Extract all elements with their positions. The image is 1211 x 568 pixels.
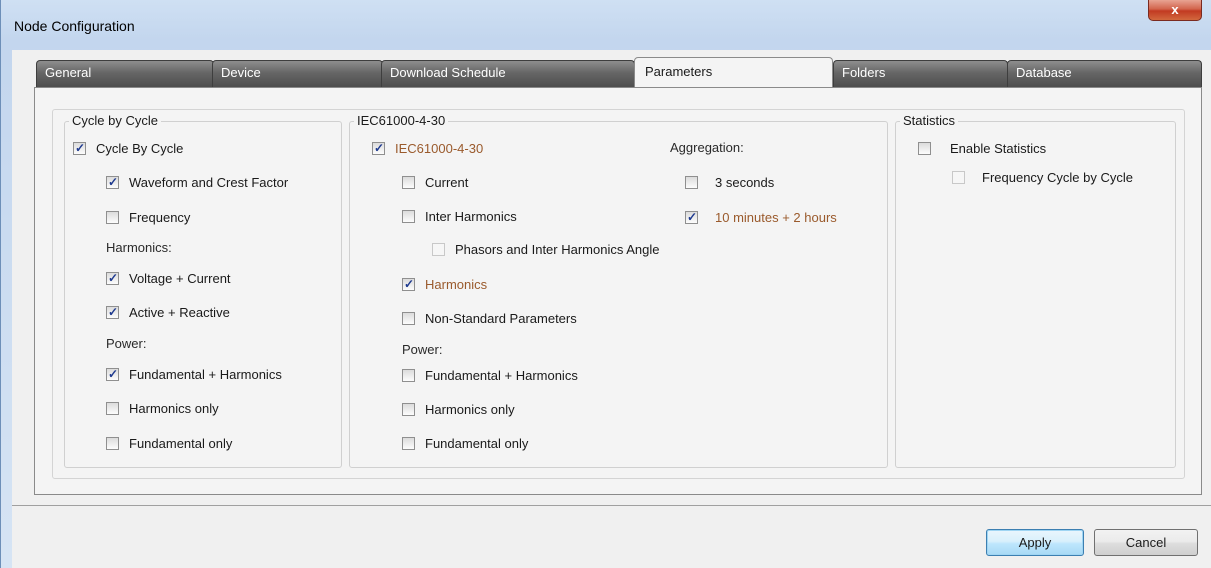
parameters-tab-panel: Cycle by Cycle Cycle By Cycle Waveform a… xyxy=(34,87,1202,495)
checkbox-label: Waveform and Crest Factor xyxy=(129,175,289,190)
checkbox-unchecked-icon[interactable] xyxy=(685,176,698,189)
checkbox-disabled-icon[interactable] xyxy=(952,171,965,184)
checkbox-label: Fundamental only xyxy=(129,436,233,451)
checkbox-unchecked-icon[interactable] xyxy=(106,437,119,450)
checkbox-label: Non-Standard Parameters xyxy=(425,311,577,326)
checkbox-unchecked-icon[interactable] xyxy=(402,369,415,382)
checkbox-label: Fundamental + Harmonics xyxy=(425,368,578,383)
checkbox-label: Harmonics only xyxy=(425,402,515,417)
checkbox-checked-icon[interactable] xyxy=(685,209,698,225)
dialog-client-area: General Device Download Schedule Paramet… xyxy=(12,50,1211,568)
checkbox-checked-icon[interactable] xyxy=(106,174,119,190)
checkbox-unchecked-icon[interactable] xyxy=(402,403,415,416)
checkbox-unchecked-icon[interactable] xyxy=(402,176,415,189)
checkbox-checked-icon[interactable] xyxy=(73,140,86,156)
checkbox-unchecked-icon[interactable] xyxy=(106,211,119,224)
tab-database[interactable]: Database xyxy=(1007,60,1202,87)
iec61000-group: IEC61000-4-30 IEC61000-4-30 Current Inte… xyxy=(349,113,888,468)
tab-folders[interactable]: Folders xyxy=(833,60,1008,87)
tab-parameters[interactable]: Parameters xyxy=(634,57,833,88)
checkbox-label: Frequency Cycle by Cycle xyxy=(982,170,1133,185)
checkbox-unchecked-icon[interactable] xyxy=(918,142,931,155)
checkbox-unchecked-icon[interactable] xyxy=(402,312,415,325)
node-configuration-window: Node Configuration x General Device Down… xyxy=(0,0,1211,568)
tab-parameters-label: Parameters xyxy=(645,64,713,79)
statistics-group-title: Statistics xyxy=(900,113,959,128)
cancel-button[interactable]: Cancel xyxy=(1094,529,1198,556)
close-button[interactable]: x xyxy=(1148,0,1202,21)
checkbox-label: Cycle By Cycle xyxy=(96,141,184,156)
tab-download-schedule[interactable]: Download Schedule xyxy=(381,60,635,87)
tab-download-schedule-label: Download Schedule xyxy=(390,65,506,80)
cycle-by-cycle-group: Cycle by Cycle Cycle By Cycle Waveform a… xyxy=(64,113,342,468)
harmonics-section-label: Harmonics: xyxy=(106,240,172,255)
checkbox-label: Fundamental only xyxy=(425,436,529,451)
checkbox-label: IEC61000-4-30 xyxy=(395,141,484,156)
checkbox-checked-icon[interactable] xyxy=(402,276,415,292)
footer-divider xyxy=(12,505,1211,506)
close-icon: x xyxy=(1171,2,1179,17)
title-bar[interactable]: Node Configuration x xyxy=(1,0,1211,50)
checkbox-label: 10 minutes + 2 hours xyxy=(715,210,837,225)
iec-power-section-label: Power: xyxy=(402,342,443,357)
tab-general-label: General xyxy=(45,65,92,80)
aggregation-section-label: Aggregation: xyxy=(670,140,744,155)
checkbox-checked-icon[interactable] xyxy=(106,270,119,286)
tab-folders-label: Folders xyxy=(842,65,886,80)
checkbox-label: Active + Reactive xyxy=(129,305,230,320)
apply-button[interactable]: Apply xyxy=(986,529,1084,556)
checkbox-label: Harmonics xyxy=(425,277,488,292)
checkbox-label: Frequency xyxy=(129,210,191,225)
checkbox-label: Fundamental + Harmonics xyxy=(129,367,282,382)
checkbox-checked-icon[interactable] xyxy=(372,140,385,156)
checkbox-label: Inter Harmonics xyxy=(425,209,517,224)
checkbox-label: Voltage + Current xyxy=(129,271,231,286)
power-section-label: Power: xyxy=(106,336,147,351)
iec61000-group-title: IEC61000-4-30 xyxy=(354,113,449,128)
tab-strip: General Device Download Schedule Paramet… xyxy=(36,57,1202,88)
checkbox-label: Current xyxy=(425,175,469,190)
checkbox-checked-icon[interactable] xyxy=(106,304,119,320)
checkbox-label: Enable Statistics xyxy=(950,141,1047,156)
checkbox-label: Phasors and Inter Harmonics Angle xyxy=(455,242,660,257)
checkbox-unchecked-icon[interactable] xyxy=(402,210,415,223)
tab-database-label: Database xyxy=(1016,65,1072,80)
checkbox-unchecked-icon[interactable] xyxy=(402,437,415,450)
checkbox-unchecked-icon[interactable] xyxy=(106,402,119,415)
tab-device[interactable]: Device xyxy=(212,60,383,87)
tab-device-label: Device xyxy=(221,65,261,80)
checkbox-label: 3 seconds xyxy=(715,175,775,190)
checkbox-disabled-icon[interactable] xyxy=(432,243,445,256)
checkbox-checked-icon[interactable] xyxy=(106,366,119,382)
statistics-group: Statistics Enable Statistics Frequency C… xyxy=(895,113,1176,468)
tab-general[interactable]: General xyxy=(36,60,214,87)
window-title: Node Configuration xyxy=(14,18,135,34)
parameters-frame: Cycle by Cycle Cycle By Cycle Waveform a… xyxy=(52,109,1185,479)
checkbox-label: Harmonics only xyxy=(129,401,219,416)
cycle-by-cycle-group-title: Cycle by Cycle xyxy=(69,113,161,128)
